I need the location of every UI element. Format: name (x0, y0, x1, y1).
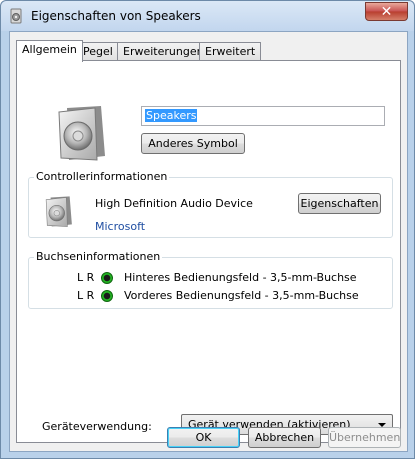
change-icon-button[interactable]: Anderes Symbol (141, 133, 245, 154)
device-name-field[interactable]: Speakers (141, 106, 385, 126)
controller-device-name: High Definition Audio Device (95, 197, 253, 210)
tab-erweiterungen[interactable]: Erweiterungen (117, 42, 210, 61)
speaker-icon (10, 8, 22, 24)
jack-group-label: Buchseninformationen (34, 250, 163, 263)
jack-row: L R Hinteres Bedienungsfeld - 3,5-mm-Buc… (29, 271, 392, 287)
jack-channels: L R (77, 289, 95, 302)
jack-connector-icon (101, 272, 113, 284)
jack-info-group: Buchseninformationen L R Hinteres Bedien… (28, 250, 393, 309)
window-title: Eigenschaften von Speakers (31, 9, 201, 23)
dialog-body: Allgemein Pegel Erweiterungen Erweitert (9, 31, 408, 452)
speaker-icon (58, 106, 105, 161)
title-bar[interactable]: Eigenschaften von Speakers ✕ (1, 1, 414, 31)
controller-group-label: Controllerinformationen (34, 170, 170, 183)
properties-dialog: Eigenschaften von Speakers ✕ Allgemein P… (0, 0, 415, 459)
device-name-value: Speakers (145, 109, 198, 122)
controller-info-group: Controllerinformationen High Definition … (28, 170, 393, 238)
apply-button[interactable]: Übernehmen (328, 427, 401, 448)
speaker-icon (45, 196, 72, 227)
tab-pegel[interactable]: Pegel (77, 42, 119, 61)
jack-label: Vorderes Bedienungsfeld - 3,5-mm-Buchse (124, 289, 359, 302)
close-button[interactable]: ✕ (365, 2, 408, 21)
jack-row: L R Vorderes Bedienungsfeld - 3,5-mm-Buc… (29, 289, 392, 305)
jack-label: Hinteres Bedienungsfeld - 3,5-mm-Buchse (124, 271, 357, 284)
tab-allgemein[interactable]: Allgemein (16, 40, 83, 62)
jack-channels: L R (77, 271, 95, 284)
jack-connector-icon (101, 290, 113, 302)
ok-button[interactable]: OK (167, 427, 240, 448)
controller-properties-button[interactable]: Eigenschaften (298, 193, 381, 214)
tab-panel-allgemein: Speakers Anderes Symbol Controllerinform… (16, 60, 401, 443)
device-usage-label: Geräteverwendung: (42, 420, 152, 433)
close-icon: ✕ (380, 4, 393, 20)
controller-vendor: Microsoft (95, 220, 146, 233)
tab-erweitert[interactable]: Erweitert (199, 42, 262, 61)
cancel-button[interactable]: Abbrechen (248, 427, 321, 448)
